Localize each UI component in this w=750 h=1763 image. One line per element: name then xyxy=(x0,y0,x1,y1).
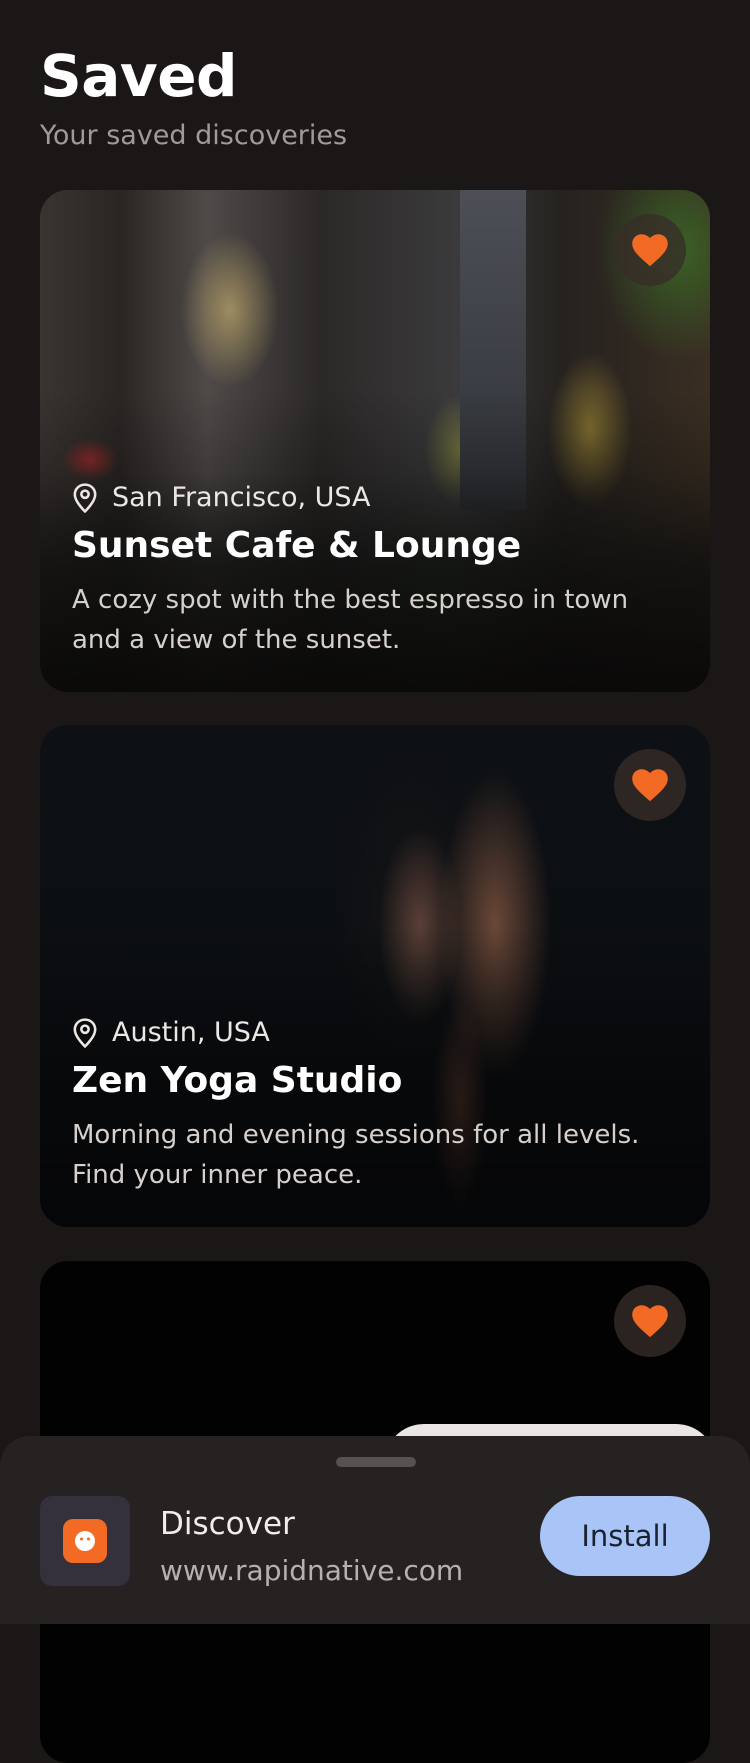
app-logo-icon xyxy=(63,1519,107,1563)
saved-card[interactable]: Austin, USA Zen Yoga Studio Morning and … xyxy=(40,725,710,1227)
favorite-button[interactable] xyxy=(614,214,686,286)
card-location-text: Austin, USA xyxy=(112,1017,270,1048)
heart-icon xyxy=(632,1305,668,1338)
card-description: Morning and evening sessions for all lev… xyxy=(72,1120,640,1190)
heart-icon xyxy=(632,769,668,802)
card-location-text: San Francisco, USA xyxy=(112,482,371,513)
card-location: San Francisco, USA xyxy=(72,482,678,513)
location-pin-icon xyxy=(73,1017,97,1048)
location-pin-icon xyxy=(73,482,97,513)
card-location: Austin, USA xyxy=(72,1017,678,1048)
card-content: Austin, USA Zen Yoga Studio Morning and … xyxy=(72,1017,678,1195)
saved-card[interactable]: San Francisco, USA Sunset Cafe & Lounge … xyxy=(40,190,710,692)
page-header: Saved Your saved discoveries xyxy=(40,40,347,151)
favorite-button[interactable] xyxy=(614,749,686,821)
sheet-handle[interactable] xyxy=(336,1457,416,1467)
card-content: San Francisco, USA Sunset Cafe & Lounge … xyxy=(72,482,678,660)
heart-icon xyxy=(632,234,668,267)
favorite-button[interactable] xyxy=(614,1285,686,1357)
install-banner: Discover www.rapidnative.com Install xyxy=(0,1436,750,1624)
install-button[interactable]: Install xyxy=(540,1496,710,1576)
app-url: www.rapidnative.com xyxy=(160,1554,464,1587)
card-title: Sunset Cafe & Lounge xyxy=(72,525,522,566)
page-subtitle: Your saved discoveries xyxy=(40,120,348,151)
card-description: A cozy spot with the best espresso in to… xyxy=(72,585,629,655)
page-title: Saved xyxy=(40,42,238,110)
app-name: Discover xyxy=(160,1506,295,1542)
app-icon xyxy=(40,1496,130,1586)
card-title: Zen Yoga Studio xyxy=(72,1060,403,1101)
